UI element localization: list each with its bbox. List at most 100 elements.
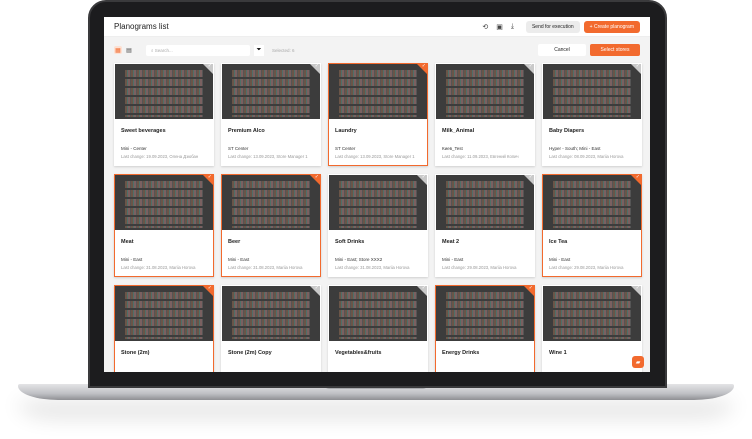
- planogram-thumbnail: ✓: [543, 286, 641, 341]
- planogram-card[interactable]: ✓ Meat 2 Mini - East Last change: 29.08.…: [435, 174, 535, 277]
- card-store: Mini - East; Store XXX2: [335, 257, 383, 262]
- planogram-card[interactable]: ✓ Vegetables&fruits: [328, 285, 428, 372]
- card-last-change: Last change: 29.08.2023, Mariia Horova: [442, 265, 517, 270]
- search-input[interactable]: ⌕ Search...: [146, 44, 250, 56]
- card-name: Meat 2: [442, 239, 460, 245]
- planogram-card[interactable]: ✓ Stone (2m): [114, 285, 214, 372]
- card-store: Mini - East: [121, 257, 143, 262]
- check-icon: ✓: [421, 175, 426, 180]
- refresh-icon[interactable]: ⟲: [482, 23, 488, 31]
- shelf-image: [232, 179, 310, 228]
- planogram-card[interactable]: ✓ Soft Drinks Mini - East; Store XXX2 La…: [328, 174, 428, 277]
- card-name: Ice Tea: [549, 239, 568, 245]
- card-last-change: Last change: 11.09.2023, Евгений Копич: [442, 154, 519, 159]
- planogram-thumbnail: ✓: [329, 64, 427, 119]
- card-name: Beer: [228, 239, 241, 245]
- planogram-thumbnail: ✓: [222, 286, 320, 341]
- shelf-image: [339, 179, 417, 228]
- select-stores-button[interactable]: Select stores: [590, 44, 640, 56]
- page-title: Planograms list: [114, 22, 169, 31]
- card-name: Wine 1: [549, 350, 567, 356]
- card-store: ST Center: [335, 146, 356, 151]
- check-icon: ✓: [528, 64, 533, 69]
- shelf-image: [125, 68, 203, 117]
- card-last-change: Last change: 31.08.2023, Mariia Horova: [335, 265, 410, 270]
- card-name: Vegetables&fruits: [335, 350, 382, 356]
- card-name: Milk_Animal: [442, 128, 475, 134]
- check-icon: ✓: [635, 175, 640, 180]
- shelf-image: [446, 179, 524, 228]
- planogram-thumbnail: ✓: [115, 175, 213, 230]
- list-view-icon[interactable]: ▤: [125, 46, 133, 54]
- card-last-change: Last change: 19.09.2023, Олена Дзюбан: [121, 154, 199, 159]
- shelf-image: [232, 68, 310, 117]
- planogram-thumbnail: ✓: [115, 286, 213, 341]
- check-icon: ✓: [635, 64, 640, 69]
- planogram-card[interactable]: ✓ Premium Alco ST Center Last change: 13…: [221, 63, 321, 166]
- card-name: Soft Drinks: [335, 239, 365, 245]
- grid-view-icon[interactable]: ▦: [114, 46, 122, 54]
- card-name: Sweet beverages: [121, 128, 166, 134]
- shelf-image: [553, 179, 631, 228]
- card-name: Stone (2m) Copy: [228, 350, 272, 356]
- shelf-image: [446, 68, 524, 117]
- planogram-thumbnail: ✓: [543, 64, 641, 119]
- header: Planograms list ⟲ ▣ ⤓ Send for execution…: [104, 17, 650, 37]
- planogram-thumbnail: ✓: [222, 175, 320, 230]
- card-store: Mini - East: [228, 257, 250, 262]
- send-for-execution-button[interactable]: Send for execution: [525, 20, 580, 33]
- planogram-card[interactable]: ✓ Baby Diapers Hyper - South; Mini - Eas…: [542, 63, 642, 166]
- planogram-thumbnail: ✓: [329, 175, 427, 230]
- check-icon: ✓: [528, 286, 533, 291]
- app-screen: Planograms list ⟲ ▣ ⤓ Send for execution…: [104, 17, 650, 372]
- filter-icon[interactable]: ⏷: [254, 44, 264, 56]
- shelf-image: [125, 179, 203, 228]
- planogram-card[interactable]: ✓ Laundry ST Center Last change: 13.09.2…: [328, 63, 428, 166]
- planogram-card[interactable]: ✓ Sweet beverages Mini - Center Last cha…: [114, 63, 214, 166]
- download-icon[interactable]: ⤓: [511, 23, 514, 31]
- card-name: Stone (2m): [121, 350, 150, 356]
- planogram-card[interactable]: ✓ Wine 1: [542, 285, 642, 372]
- planogram-card[interactable]: ✓ Milk_Animal Киев_Test Last change: 11.…: [435, 63, 535, 166]
- shelf-image: [339, 68, 417, 117]
- create-planogram-button[interactable]: + Create planogram: [583, 20, 640, 33]
- planogram-card[interactable]: ✓ Beer Mini - East Last change: 31.08.20…: [221, 174, 321, 277]
- shelf-image: [446, 290, 524, 339]
- planogram-thumbnail: ✓: [222, 64, 320, 119]
- shelf-image: [339, 290, 417, 339]
- card-store: ST Center: [228, 146, 249, 151]
- card-last-change: Last change: 08.09.2023, Mariia Horova: [549, 154, 624, 159]
- shelf-image: [232, 290, 310, 339]
- chat-icon[interactable]: ▰: [632, 356, 644, 368]
- planogram-card[interactable]: ✓ Energy Drinks: [435, 285, 535, 372]
- planogram-card[interactable]: ✓ Meat Mini - East Last change: 31.08.20…: [114, 174, 214, 277]
- card-name: Laundry: [335, 128, 357, 134]
- card-last-change: Last change: 29.08.2023, Mariia Horova: [549, 265, 624, 270]
- card-store: Hyper - South; Mini - East: [549, 146, 601, 151]
- card-name: Baby Diapers: [549, 128, 585, 134]
- planogram-thumbnail: ✓: [436, 64, 534, 119]
- planogram-thumbnail: ✓: [543, 175, 641, 230]
- check-icon: ✓: [314, 64, 319, 69]
- planogram-thumbnail: ✓: [436, 175, 534, 230]
- card-store: Mini - East: [442, 257, 464, 262]
- card-last-change: Last change: 13.09.2023, Store Manager 1: [228, 154, 308, 159]
- toolbar: ▦ ▤ ⌕ Search... ⏷ Selected: 6 Cancel Sel…: [104, 40, 650, 60]
- planogram-card[interactable]: ✓ Stone (2m) Copy: [221, 285, 321, 372]
- card-last-change: Last change: 31.08.2023, Mariia Horova: [228, 265, 303, 270]
- planogram-card[interactable]: ✓ Ice Tea Mini - East Last change: 29.08…: [542, 174, 642, 277]
- planogram-thumbnail: ✓: [329, 286, 427, 341]
- image-icon[interactable]: ▣: [496, 23, 503, 31]
- card-store: Киев_Test: [442, 146, 463, 151]
- card-last-change: Last change: 13.09.2023, Store Manager 1: [335, 154, 415, 159]
- card-name: Premium Alco: [228, 128, 265, 134]
- cancel-button[interactable]: Cancel: [538, 44, 586, 56]
- check-icon: ✓: [421, 64, 426, 69]
- shelf-image: [125, 290, 203, 339]
- check-icon: ✓: [207, 64, 212, 69]
- check-icon: ✓: [421, 286, 426, 291]
- shelf-image: [553, 290, 631, 339]
- card-name: Meat: [121, 239, 134, 245]
- check-icon: ✓: [207, 286, 212, 291]
- check-icon: ✓: [314, 175, 319, 180]
